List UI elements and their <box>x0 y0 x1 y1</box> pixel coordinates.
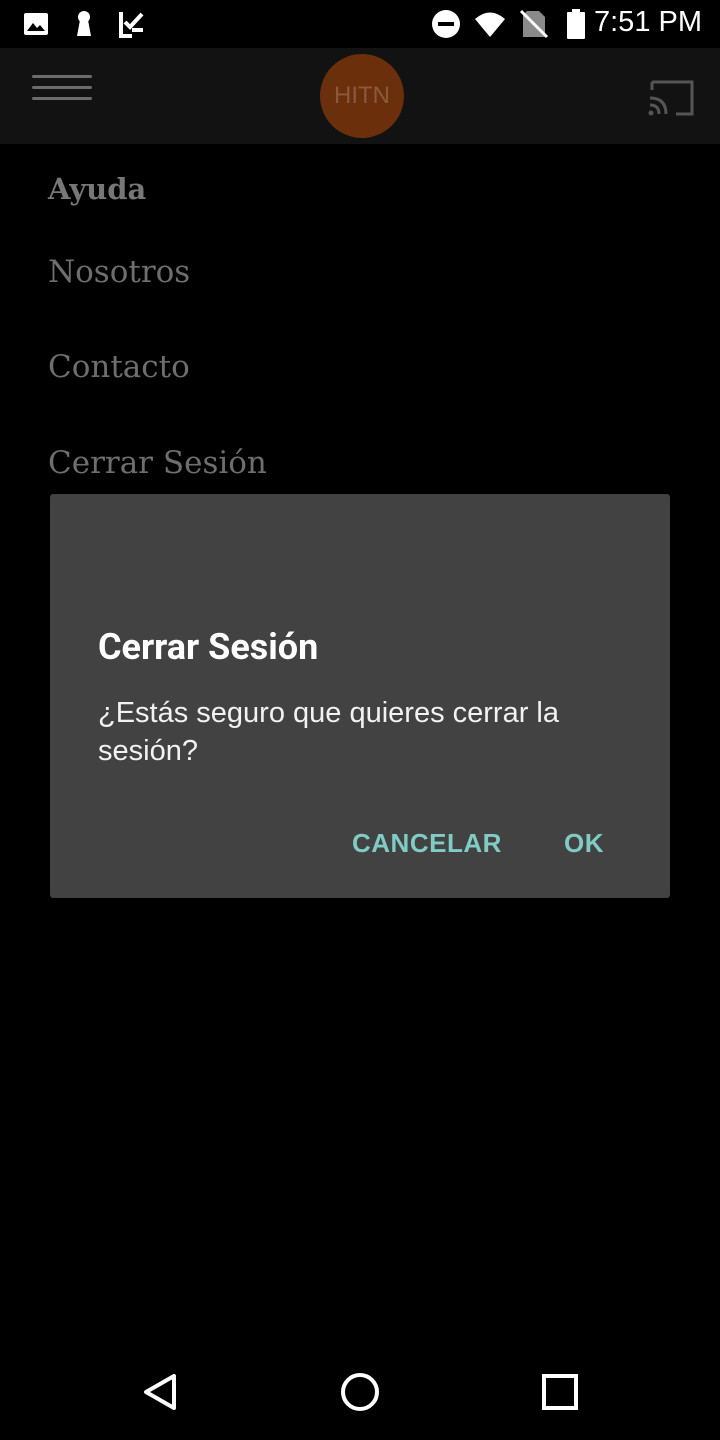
keyhole-icon <box>77 11 91 36</box>
home-icon[interactable] <box>338 1370 382 1414</box>
do-not-disturb-icon <box>432 10 460 38</box>
navigation-bar <box>0 1344 720 1440</box>
battery-icon <box>567 9 585 39</box>
status-bar: 7:51 PM <box>0 0 720 48</box>
hamburger-icon[interactable] <box>28 70 98 110</box>
dialog-message: ¿Estás seguro que quieres cerrar la sesi… <box>98 697 559 767</box>
menu-item-contacto[interactable]: Contacto <box>48 349 190 385</box>
cast-icon[interactable] <box>646 76 698 120</box>
logo-text: HITN <box>334 82 390 109</box>
screen: 7:51 PM HITN Ayuda Nosotros Contacto Cer… <box>0 0 720 1440</box>
app-bar: HITN <box>0 48 720 144</box>
checklist-icon <box>119 12 144 38</box>
status-time: 7:51 PM <box>594 6 702 38</box>
back-icon[interactable] <box>138 1370 182 1414</box>
menu-heading-ayuda: Ayuda <box>48 172 147 206</box>
image-icon <box>24 13 48 35</box>
wifi-icon <box>475 12 505 37</box>
menu-item-cerrar-sesion[interactable]: Cerrar Sesión <box>48 445 267 481</box>
no-sim-icon <box>519 9 549 39</box>
cancel-button[interactable]: CANCELAR <box>352 828 502 859</box>
menu-item-nosotros[interactable]: Nosotros <box>48 254 190 290</box>
recents-icon[interactable] <box>538 1370 582 1414</box>
hitn-logo: HITN <box>320 54 404 138</box>
logout-dialog: Cerrar Sesión ¿Estás seguro que quieres … <box>50 494 670 898</box>
ok-button[interactable]: OK <box>564 828 604 859</box>
dialog-title: Cerrar Sesión <box>98 626 319 668</box>
